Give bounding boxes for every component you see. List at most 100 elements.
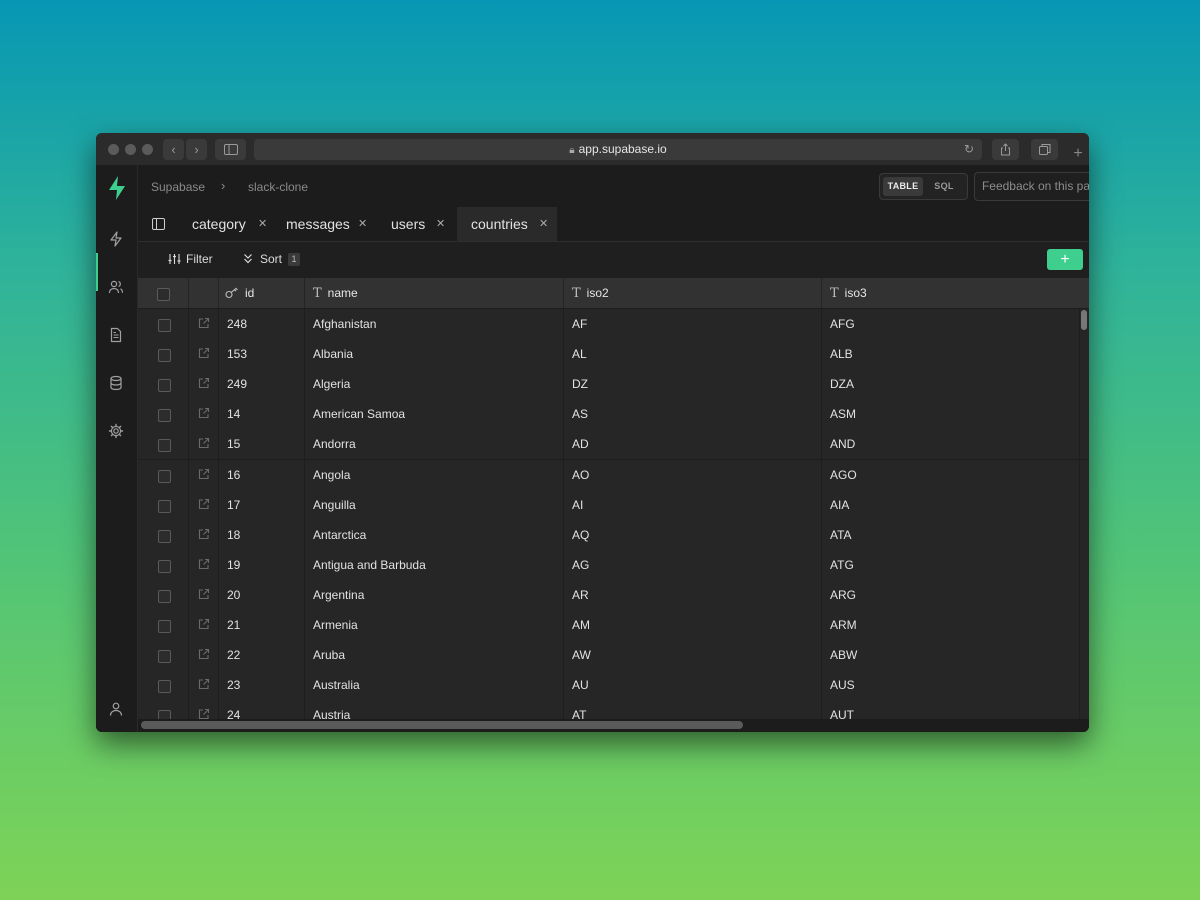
table-row[interactable]: 17 Anguilla AI AIA <box>138 489 1089 521</box>
panel-toggle-icon[interactable] <box>152 218 165 230</box>
external-link-icon[interactable] <box>198 437 210 449</box>
close-window-button[interactable] <box>108 144 119 155</box>
horizontal-scrollbar[interactable] <box>141 721 743 729</box>
cell-name[interactable]: Algeria <box>305 369 564 400</box>
cell-iso3[interactable]: ARM <box>822 610 1080 640</box>
cell-iso3[interactable]: DZA <box>822 369 1080 400</box>
column-header-iso3[interactable]: Tiso3 <box>822 278 1089 308</box>
table-row[interactable]: 18 Antarctica AQ ATA <box>138 519 1089 551</box>
cell-id[interactable]: 248 <box>219 309 305 339</box>
database-icon[interactable] <box>108 375 124 391</box>
row-checkbox[interactable] <box>158 439 171 453</box>
cell-id[interactable]: 249 <box>219 369 305 400</box>
external-link-icon[interactable] <box>198 678 210 690</box>
forward-button[interactable]: › <box>186 139 207 160</box>
select-all-checkbox[interactable] <box>157 288 170 301</box>
document-icon[interactable] <box>108 327 124 343</box>
minimize-window-button[interactable] <box>125 144 136 155</box>
close-icon[interactable]: ✕ <box>358 207 367 241</box>
table-row[interactable]: 22 Aruba AW ABW <box>138 640 1089 672</box>
table-row[interactable]: 21 Armenia AM ARM <box>138 610 1089 641</box>
tab-overview-button[interactable] <box>1031 139 1058 160</box>
cell-id[interactable]: 20 <box>219 579 305 610</box>
users-icon[interactable] <box>108 279 124 295</box>
cell-iso2[interactable]: AU <box>564 670 822 701</box>
add-row-button[interactable]: + <box>1047 249 1083 270</box>
external-link-icon[interactable] <box>198 407 210 419</box>
cell-id[interactable]: 21 <box>219 610 305 640</box>
external-link-icon[interactable] <box>198 528 210 540</box>
row-checkbox[interactable] <box>158 319 171 332</box>
cell-iso3[interactable]: ARG <box>822 579 1080 610</box>
table-view-button[interactable]: TABLE <box>883 177 923 196</box>
cell-iso2[interactable]: DZ <box>564 369 822 400</box>
external-link-icon[interactable] <box>198 648 210 660</box>
row-checkbox[interactable] <box>158 349 171 363</box>
external-link-icon[interactable] <box>198 347 210 359</box>
cell-id[interactable]: 16 <box>219 459 305 490</box>
tab-category[interactable]: category ✕ <box>178 207 271 241</box>
cell-iso2[interactable]: AI <box>564 489 822 520</box>
cell-iso3[interactable]: ABW <box>822 640 1080 671</box>
vertical-scrollbar[interactable] <box>1081 310 1087 330</box>
row-checkbox[interactable] <box>158 499 171 513</box>
cell-iso3[interactable]: ATG <box>822 549 1080 580</box>
cell-name[interactable]: Austria <box>305 700 564 719</box>
cell-iso3[interactable]: AUS <box>822 670 1080 701</box>
table-row[interactable]: 249 Algeria DZ DZA <box>138 369 1089 401</box>
row-checkbox[interactable] <box>158 710 171 719</box>
cell-iso2[interactable]: AQ <box>564 519 822 550</box>
feedback-input[interactable]: Feedback on this page? <box>974 172 1089 201</box>
row-checkbox[interactable] <box>158 559 171 573</box>
sql-view-button[interactable]: SQL <box>926 177 962 196</box>
column-header-id[interactable]: id <box>219 278 305 308</box>
row-checkbox[interactable] <box>158 650 171 664</box>
share-button[interactable] <box>992 139 1019 160</box>
cell-id[interactable]: 17 <box>219 489 305 520</box>
sort-button[interactable]: Sort 1 <box>243 252 301 266</box>
address-bar[interactable]: 🔒︎ app.supabase.io ↻ <box>254 139 982 160</box>
tab-countries[interactable]: countries ✕ <box>457 207 557 241</box>
cell-id[interactable]: 14 <box>219 399 305 430</box>
cell-iso2[interactable]: AL <box>564 339 822 370</box>
tab-users[interactable]: users ✕ <box>371 207 454 241</box>
table-row[interactable]: 16 Angola AO AGO <box>138 459 1089 491</box>
cell-iso2[interactable]: AF <box>564 309 822 339</box>
cell-name[interactable]: Antarctica <box>305 519 564 550</box>
close-icon[interactable]: ✕ <box>258 207 267 241</box>
external-link-icon[interactable] <box>198 468 210 480</box>
breadcrumb-project[interactable]: slack-clone <box>248 180 308 194</box>
row-checkbox[interactable] <box>158 469 171 483</box>
row-checkbox[interactable] <box>158 620 171 633</box>
cell-name[interactable]: Afghanistan <box>305 309 564 339</box>
cell-name[interactable]: American Samoa <box>305 399 564 430</box>
breadcrumb-org[interactable]: Supabase <box>151 180 205 194</box>
cell-iso2[interactable]: AO <box>564 459 822 490</box>
new-tab-button[interactable]: + <box>1067 144 1089 166</box>
cell-id[interactable]: 23 <box>219 670 305 701</box>
external-link-icon[interactable] <box>198 558 210 570</box>
cell-iso2[interactable]: AT <box>564 700 822 719</box>
cell-iso3[interactable]: AND <box>822 429 1080 460</box>
table-row[interactable]: 20 Argentina AR ARG <box>138 579 1089 611</box>
row-checkbox[interactable] <box>158 589 171 603</box>
cell-iso2[interactable]: AG <box>564 549 822 580</box>
external-link-icon[interactable] <box>198 618 210 630</box>
cell-id[interactable]: 153 <box>219 339 305 370</box>
external-link-icon[interactable] <box>198 498 210 510</box>
cell-iso2[interactable]: AS <box>564 399 822 430</box>
table-row[interactable]: 15 Andorra AD AND <box>138 429 1089 461</box>
cell-name[interactable]: Australia <box>305 670 564 701</box>
external-link-icon[interactable] <box>198 588 210 600</box>
table-row[interactable]: 153 Albania AL ALB <box>138 339 1089 371</box>
row-checkbox[interactable] <box>158 379 171 393</box>
cell-id[interactable]: 24 <box>219 700 305 719</box>
cell-iso3[interactable]: AFG <box>822 309 1080 339</box>
row-checkbox[interactable] <box>158 529 171 543</box>
cell-id[interactable]: 19 <box>219 549 305 580</box>
cell-id[interactable]: 18 <box>219 519 305 550</box>
sidebar-toggle-button[interactable] <box>215 139 246 160</box>
cell-iso3[interactable]: AUT <box>822 700 1080 719</box>
cell-iso3[interactable]: AGO <box>822 459 1080 490</box>
cell-name[interactable]: Aruba <box>305 640 564 671</box>
